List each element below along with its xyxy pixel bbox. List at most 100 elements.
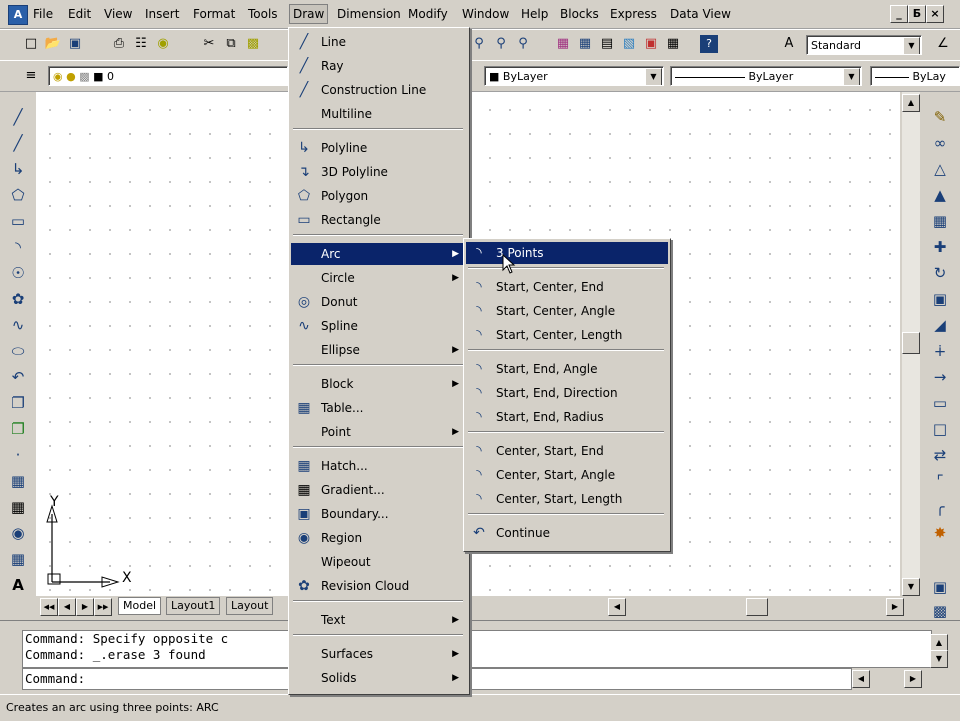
menu-item-boundary[interactable]: ▣ Boundary... [291, 503, 467, 525]
paste-icon[interactable]: ▩ [244, 35, 262, 53]
line-icon[interactable]: ╱ [6, 106, 30, 128]
menu-item-revision-cloud[interactable]: ✿ Revision Cloud [291, 575, 467, 597]
menu-item-gradient[interactable]: ▦ Gradient... [291, 479, 467, 501]
prev-tab-icon[interactable]: ◀ [58, 598, 76, 616]
fillet-icon[interactable]: ╭ [928, 496, 952, 518]
zoom-previous-icon[interactable]: ⚲ [514, 35, 532, 53]
text-style-icon[interactable]: A [780, 35, 798, 53]
explode-icon[interactable]: ✸ [928, 522, 952, 544]
zoom-window-icon[interactable]: ⚲ [492, 35, 510, 53]
menu-window[interactable]: Window [459, 5, 512, 23]
menu-help[interactable]: Help [518, 5, 551, 23]
table-icon[interactable]: ▦ [6, 548, 30, 570]
rectangle-icon[interactable]: ▭ [6, 210, 30, 232]
menu-item-line[interactable]: ╱ Line [291, 31, 467, 53]
menu-draw[interactable]: Draw [289, 4, 329, 24]
chevron-down-icon[interactable]: ▼ [903, 37, 920, 54]
arc-continue[interactable]: ↶ Continue [466, 522, 668, 544]
menu-file[interactable]: File [30, 5, 56, 23]
design-center-icon[interactable]: ▦ [576, 35, 594, 53]
dim-style-icon[interactable]: ∠ [934, 35, 952, 53]
draw-order-icon[interactable]: ▣ [928, 576, 952, 598]
menu-data-view[interactable]: Data View [667, 5, 734, 23]
spline-icon[interactable]: ∿ [6, 314, 30, 336]
scroll-thumb[interactable] [902, 332, 920, 354]
menu-tools[interactable]: Tools [245, 5, 281, 23]
menu-item-multiline[interactable]: Multiline [291, 103, 467, 125]
scale-icon[interactable]: ▣ [928, 288, 952, 310]
multiline-text-icon[interactable]: A [6, 574, 30, 596]
break-icon[interactable]: □ [928, 418, 952, 440]
menu-item-point[interactable]: Point ▶ [291, 421, 467, 443]
copy-icon[interactable]: ⧉ [222, 35, 240, 53]
color-select[interactable]: ■ ByLayer ▼ [484, 66, 664, 86]
menu-item-solids[interactable]: Solids ▶ [291, 667, 467, 689]
cmd-scroll-right-icon[interactable]: ▶ [904, 670, 922, 688]
arc-start-end-angle[interactable]: ◝ Start, End, Angle [466, 358, 668, 380]
menu-blocks[interactable]: Blocks [557, 5, 602, 23]
menu-item-ray[interactable]: ╱ Ray [291, 55, 467, 77]
hatch-icon[interactable]: ▦ [6, 470, 30, 492]
extend-icon[interactable]: → [928, 366, 952, 388]
scroll-right-icon[interactable]: ▶ [886, 598, 904, 616]
arc-center-start-end[interactable]: ◝ Center, Start, End [466, 440, 668, 462]
menu-item-3d-polyline[interactable]: ↴ 3D Polyline [291, 161, 467, 183]
chevron-down-icon[interactable]: ▼ [843, 68, 860, 85]
vertical-scrollbar[interactable]: ▲ ▼ [902, 92, 920, 596]
arc-start-end-direction[interactable]: ◝ Start, End, Direction [466, 382, 668, 404]
gradient-icon[interactable]: ▦ [6, 496, 30, 518]
app-icon[interactable]: A [8, 5, 28, 25]
menu-item-polygon[interactable]: ⬠ Polygon [291, 185, 467, 207]
markup-icon[interactable]: ▣ [642, 35, 660, 53]
offset-icon[interactable]: ▲ [928, 184, 952, 206]
menu-item-polyline[interactable]: ↳ Polyline [291, 137, 467, 159]
region-icon[interactable]: ◉ [6, 522, 30, 544]
scroll-left-icon[interactable]: ◀ [608, 598, 626, 616]
tab-layout2[interactable]: Layout [226, 597, 274, 615]
calculator-icon[interactable]: ▦ [664, 35, 682, 53]
tool-palettes-icon[interactable]: ▤ [598, 35, 616, 53]
restore-button[interactable]: Б [908, 5, 926, 23]
menu-item-donut[interactable]: ◎ Donut [291, 291, 467, 313]
menu-format[interactable]: Format [190, 5, 238, 23]
array-icon[interactable]: ▦ [928, 210, 952, 232]
open-icon[interactable]: 📂 [44, 35, 62, 53]
menu-item-wipeout[interactable]: Wipeout [291, 551, 467, 573]
mirror-icon[interactable]: △ [928, 158, 952, 180]
save-icon[interactable]: ▣ [66, 35, 84, 53]
arc-icon[interactable]: ◝ [6, 236, 30, 258]
menu-item-circle[interactable]: Circle ▶ [291, 267, 467, 289]
menu-item-surfaces[interactable]: Surfaces ▶ [291, 643, 467, 665]
polyline-icon[interactable]: ↳ [6, 158, 30, 180]
menu-item-spline[interactable]: ∿ Spline [291, 315, 467, 337]
sheet-set-icon[interactable]: ▧ [620, 35, 638, 53]
point-icon[interactable]: · [6, 444, 30, 466]
break-at-point-icon[interactable]: ▭ [928, 392, 952, 414]
menu-item-hatch[interactable]: ▦ Hatch... [291, 455, 467, 477]
construction-line-icon[interactable]: ╱ [6, 132, 30, 154]
preview-icon[interactable]: ☷ [132, 35, 150, 53]
menu-item-text[interactable]: Text ▶ [291, 609, 467, 631]
scroll-down-icon[interactable]: ▼ [902, 578, 920, 596]
menu-dimension[interactable]: Dimension [334, 5, 404, 23]
tab-layout1[interactable]: Layout1 [166, 597, 221, 615]
tab-model[interactable]: Model [118, 597, 162, 615]
last-tab-icon[interactable]: ▶▶ [94, 598, 112, 616]
new-icon[interactable]: □ [22, 35, 40, 53]
ellipse-icon[interactable]: ⬭ [6, 340, 30, 362]
zoom-realtime-icon[interactable]: ⚲ [470, 35, 488, 53]
close-button[interactable]: × [926, 5, 944, 23]
copy-object-icon[interactable]: ∞ [928, 132, 952, 154]
menu-item-ellipse[interactable]: Ellipse ▶ [291, 339, 467, 361]
h-scroll-thumb[interactable] [746, 598, 768, 616]
chevron-down-icon[interactable]: ▼ [645, 68, 662, 85]
layer-manager-icon[interactable]: ≡ [22, 67, 40, 85]
erase-icon[interactable]: ✎ [928, 106, 952, 128]
menu-item-block[interactable]: Block ▶ [291, 373, 467, 395]
menu-edit[interactable]: Edit [65, 5, 94, 23]
circle-icon[interactable]: ☉ [6, 262, 30, 284]
scroll-up-icon[interactable]: ▲ [902, 94, 920, 112]
arc-start-center-length[interactable]: ◝ Start, Center, Length [466, 324, 668, 346]
minimize-button[interactable]: _ [890, 5, 908, 23]
ellipse-arc-icon[interactable]: ↶ [6, 366, 30, 388]
